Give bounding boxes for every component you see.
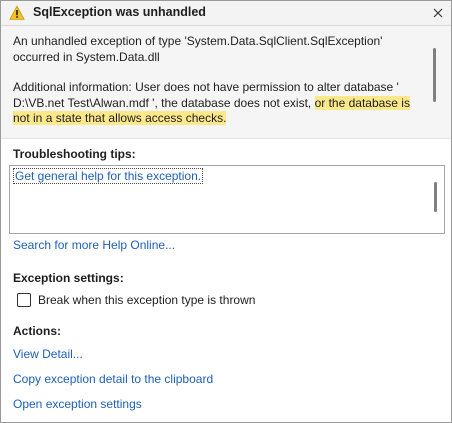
actions-heading: Actions: xyxy=(13,324,61,338)
troubleshooting-heading: Troubleshooting tips: xyxy=(13,147,136,161)
close-icon xyxy=(433,8,443,18)
message-scrollbar[interactable] xyxy=(433,48,436,102)
open-exception-settings-link[interactable]: Open exception settings xyxy=(13,397,142,411)
dialog-title: SqlException was unhandled xyxy=(33,5,206,19)
break-on-exception-row[interactable]: Break when this exception type is thrown xyxy=(17,293,255,307)
additional-information-text: Additional information: User does not ha… xyxy=(13,80,421,127)
break-on-exception-checkbox[interactable] xyxy=(17,293,31,307)
exception-dialog: SqlException was unhandled An unhandled … xyxy=(0,0,452,423)
exception-message: An unhandled exception of type 'System.D… xyxy=(13,34,421,142)
view-detail-link[interactable]: View Detail... xyxy=(13,347,83,361)
tips-scrollbar[interactable] xyxy=(434,182,437,212)
troubleshooting-tips-list[interactable]: Get general help for this exception. xyxy=(9,165,445,234)
search-help-online-link[interactable]: Search for more Help Online... xyxy=(13,238,175,252)
break-on-exception-label[interactable]: Break when this exception type is thrown xyxy=(38,293,255,307)
exception-message-pane[interactable]: An unhandled exception of type 'System.D… xyxy=(1,26,451,139)
exception-settings-heading: Exception settings: xyxy=(13,271,124,285)
general-help-link[interactable]: Get general help for this exception. xyxy=(13,168,204,184)
copy-exception-detail-link[interactable]: Copy exception detail to the clipboard xyxy=(13,372,213,386)
exception-type-text: An unhandled exception of type 'System.D… xyxy=(13,34,383,64)
warning-icon xyxy=(9,5,25,21)
title-bar[interactable]: SqlException was unhandled xyxy=(1,1,451,26)
close-button[interactable] xyxy=(429,4,447,22)
